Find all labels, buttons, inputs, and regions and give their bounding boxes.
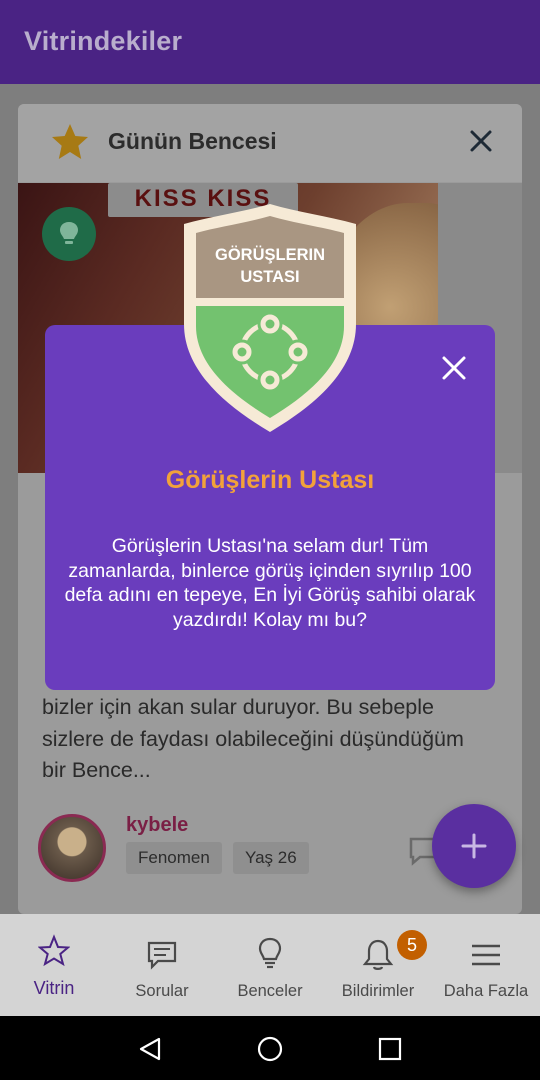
nav-item-sorular[interactable]: Sorular [108, 914, 216, 1016]
app-bar: Vitrindekiler [0, 0, 540, 84]
excerpt-line: bir Bence... [42, 758, 151, 782]
lightbulb-badge [42, 207, 96, 261]
author-tag: Yaş 26 [233, 842, 309, 874]
close-icon[interactable] [466, 126, 496, 156]
author-name[interactable]: kybele [126, 814, 188, 837]
nav-item-daha-fazla[interactable]: Daha Fazla [432, 914, 540, 1016]
notification-count-badge: 5 [397, 930, 427, 960]
bell-icon [362, 939, 394, 970]
app-title: Vitrindekiler [24, 26, 183, 56]
badge-label: GÖRÜŞLERIN USTASI [172, 244, 368, 288]
star-icon [52, 124, 88, 159]
nav-label: Benceler [237, 982, 303, 1000]
nav-item-benceler[interactable]: Benceler [216, 914, 324, 1016]
nav-label: Bildirimler [341, 982, 415, 1000]
lightbulb-icon [60, 222, 78, 244]
avatar[interactable] [38, 814, 106, 882]
card-title: Günün Bencesi [108, 128, 277, 154]
add-button[interactable] [432, 804, 516, 888]
star-outline-icon [38, 934, 70, 967]
badge-label-line: USTASI [240, 268, 300, 286]
excerpt-line: bizler için akan sular duruyor. Bu sebep… [42, 695, 434, 719]
nav-item-vitrin[interactable]: Vitrin [0, 914, 108, 1016]
nav-label: Daha Fazla [443, 982, 529, 1000]
modal-body: Görüşlerin Ustası'na selam dur! Tüm zama… [64, 535, 476, 631]
plus-icon [461, 833, 487, 859]
close-icon[interactable] [440, 354, 468, 382]
author-tag: Fenomen [126, 842, 222, 874]
lightbulb-icon [258, 937, 282, 969]
recents-icon[interactable] [378, 1037, 402, 1061]
home-icon[interactable] [257, 1036, 283, 1062]
nav-label: Sorular [135, 982, 189, 1000]
badge-label-line: GÖRÜŞLERIN [214, 246, 325, 264]
excerpt-line: sizlere de faydası olabileceğini düşündü… [42, 727, 464, 751]
modal-title: Görüşlerin Ustası [165, 466, 375, 494]
card-header: Günün Bencesi [18, 104, 522, 182]
nav-item-bildirimler[interactable]: Bildirimler [324, 914, 432, 1016]
chat-lines-icon [147, 941, 177, 970]
hamburger-menu-icon [472, 944, 500, 966]
nav-label: Vitrin [33, 978, 75, 998]
system-navigation-bar [0, 1016, 540, 1080]
shield-badge-icon [184, 204, 356, 432]
bottom-navigation: Vitrin Sorular Benceler Bildirimler Daha… [0, 914, 540, 1016]
back-icon[interactable] [137, 1036, 163, 1062]
